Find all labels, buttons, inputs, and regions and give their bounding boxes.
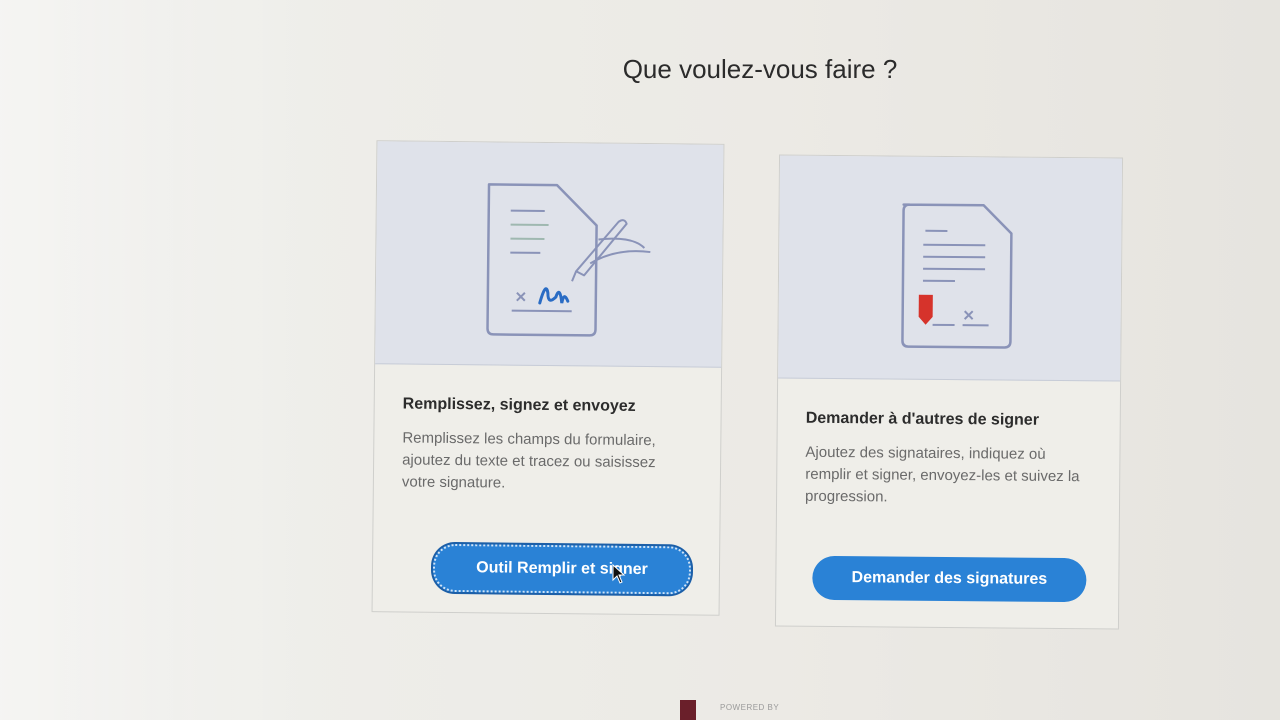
request-signatures-document-icon xyxy=(901,203,1013,349)
card-description: Ajoutez des signataires, indiquez où rem… xyxy=(805,443,1080,506)
fill-sign-document-icon xyxy=(486,183,651,337)
card-title: Remplissez, signez et envoyez xyxy=(402,395,636,415)
powered-by-label: POWERED BY xyxy=(720,703,780,712)
option-card-fill-sign: Remplissez, signez et envoyez Remplissez… xyxy=(371,140,725,616)
acrobat-logo-icon xyxy=(680,700,696,720)
request-signatures-button[interactable]: Demander des signatures xyxy=(812,555,1087,603)
option-card-request-signatures: Demander à d'autres de signer Ajoutez de… xyxy=(774,154,1124,630)
fill-and-sign-tool-button[interactable]: Outil Remplir et signer xyxy=(432,543,692,595)
illustration-panel xyxy=(778,155,1123,382)
card-description: Remplissez les champs du formulaire, ajo… xyxy=(401,429,656,492)
page-title: Que voulez-vous faire ? xyxy=(622,54,898,84)
mouse-cursor-icon xyxy=(612,564,626,584)
screen: Que voulez-vous faire ? Remplissez, sign… xyxy=(0,0,1280,720)
illustration-panel xyxy=(375,141,724,368)
screen-glare xyxy=(0,0,320,720)
card-title: Demander à d'autres de signer xyxy=(805,409,1040,429)
